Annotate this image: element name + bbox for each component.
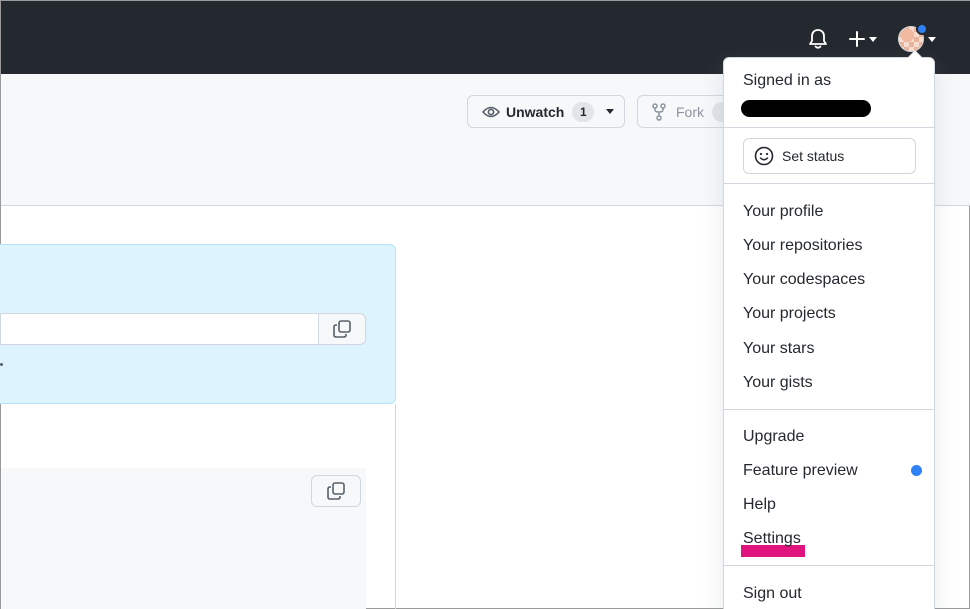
menu-divider: [724, 183, 934, 184]
copy-icon: [333, 320, 351, 338]
bell-icon: [809, 29, 827, 49]
menu-item-upgrade[interactable]: Upgrade: [743, 428, 804, 446]
eye-icon: [482, 106, 500, 117]
chevron-down-icon: [606, 109, 615, 114]
clone-panel: [0, 244, 396, 404]
redacted-username: [741, 100, 871, 117]
chevron-down-icon: [928, 36, 936, 42]
feature-preview-indicator: [911, 465, 922, 476]
signed-in-label: Signed in as: [743, 72, 832, 89]
clone-url-input[interactable]: [0, 313, 320, 345]
code-block: [1, 468, 366, 609]
menu-item-your-stars[interactable]: Your stars: [743, 340, 814, 358]
set-status-label: Set status: [782, 148, 845, 164]
set-status-button[interactable]: Set status: [743, 138, 916, 174]
chevron-down-icon: [869, 36, 877, 42]
unwatch-label: Unwatch: [506, 103, 565, 120]
content-divider: [395, 404, 396, 609]
watch-count: 1: [572, 101, 595, 122]
text-fragment: [0, 363, 3, 366]
menu-item-settings[interactable]: Settings: [743, 530, 801, 548]
menu-divider: [724, 127, 934, 128]
copy-url-button[interactable]: [318, 313, 366, 345]
user-dropdown-menu: Signed in as Set status Your profile You…: [723, 50, 935, 609]
menu-item-your-codespaces[interactable]: Your codespaces: [743, 271, 865, 289]
unwatch-button[interactable]: Unwatch 1: [467, 95, 625, 128]
copy-icon: [327, 482, 345, 500]
menu-item-help[interactable]: Help: [743, 496, 776, 514]
menu-item-feature-preview[interactable]: Feature preview: [743, 462, 858, 480]
menu-item-your-gists[interactable]: Your gists: [743, 374, 813, 392]
menu-divider: [724, 409, 934, 410]
notifications-button[interactable]: [807, 27, 829, 51]
menu-item-sign-out[interactable]: Sign out: [743, 585, 802, 603]
create-new-button[interactable]: [845, 27, 881, 51]
avatar: [898, 23, 928, 52]
copy-code-button[interactable]: [311, 475, 361, 507]
notification-dot: [916, 23, 928, 35]
menu-divider: [724, 565, 934, 566]
plus-icon: [849, 31, 865, 47]
fork-label: Fork: [676, 103, 704, 120]
fork-icon: [652, 102, 666, 121]
smiley-icon: [754, 146, 774, 166]
menu-item-your-profile[interactable]: Your profile: [743, 203, 823, 221]
menu-item-your-repositories[interactable]: Your repositories: [743, 237, 862, 255]
menu-item-your-projects[interactable]: Your projects: [743, 305, 836, 323]
